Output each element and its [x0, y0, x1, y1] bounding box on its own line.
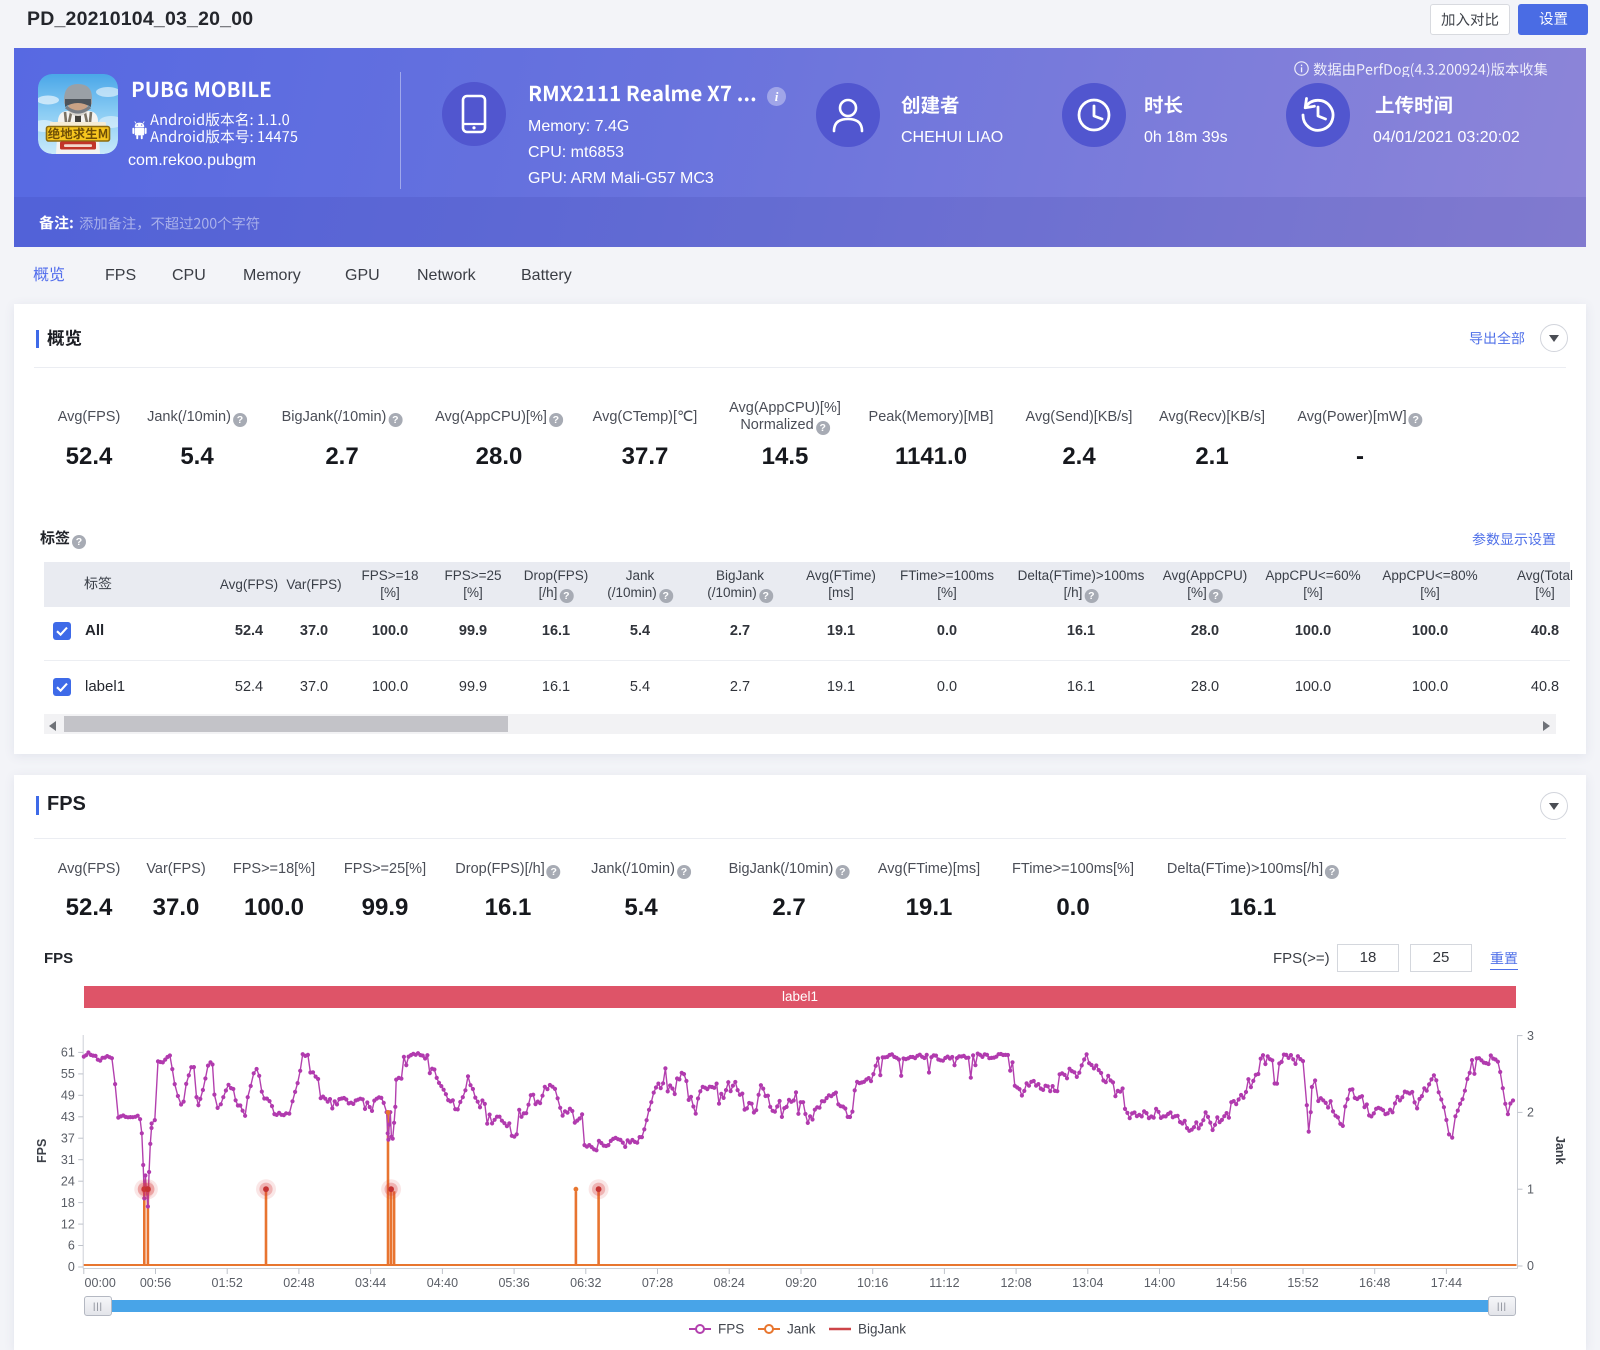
svg-text:55: 55 — [61, 1067, 75, 1081]
svg-text:BigJank: BigJank — [858, 1322, 906, 1337]
svg-text:16:48: 16:48 — [1359, 1276, 1390, 1290]
svg-text:0: 0 — [68, 1260, 75, 1274]
svg-text:01:52: 01:52 — [212, 1276, 243, 1290]
svg-text:04:40: 04:40 — [427, 1276, 458, 1290]
svg-text:05:36: 05:36 — [498, 1276, 529, 1290]
svg-text:3: 3 — [1527, 1029, 1534, 1043]
svg-text:49: 49 — [61, 1089, 75, 1103]
svg-text:61: 61 — [61, 1046, 75, 1060]
svg-text:17:44: 17:44 — [1431, 1276, 1462, 1290]
svg-text:09:20: 09:20 — [785, 1276, 816, 1290]
svg-text:43: 43 — [61, 1110, 75, 1124]
svg-text:11:12: 11:12 — [929, 1276, 959, 1290]
svg-text:24: 24 — [61, 1174, 75, 1188]
svg-text:08:24: 08:24 — [714, 1276, 745, 1290]
svg-text:00:00: 00:00 — [85, 1276, 116, 1290]
svg-text:Jank: Jank — [787, 1322, 816, 1337]
svg-text:2: 2 — [1527, 1106, 1534, 1120]
svg-text:07:28: 07:28 — [642, 1276, 673, 1290]
svg-text:18: 18 — [61, 1196, 75, 1210]
svg-text:03:44: 03:44 — [355, 1276, 386, 1290]
svg-text:00:56: 00:56 — [140, 1276, 171, 1290]
svg-text:12:08: 12:08 — [1000, 1276, 1031, 1290]
svg-text:02:48: 02:48 — [283, 1276, 314, 1290]
svg-text:13:04: 13:04 — [1072, 1276, 1103, 1290]
svg-text:31: 31 — [61, 1153, 75, 1167]
svg-text:6: 6 — [68, 1239, 75, 1253]
svg-text:14:00: 14:00 — [1144, 1276, 1175, 1290]
svg-text:06:32: 06:32 — [570, 1276, 601, 1290]
svg-text:FPS: FPS — [35, 1139, 49, 1163]
svg-text:37: 37 — [61, 1131, 75, 1145]
svg-text:10:16: 10:16 — [857, 1276, 888, 1290]
svg-text:0: 0 — [1527, 1259, 1534, 1273]
svg-text:15:52: 15:52 — [1287, 1276, 1318, 1290]
svg-text:FPS: FPS — [718, 1322, 744, 1337]
svg-text:1: 1 — [1527, 1182, 1534, 1196]
svg-text:Jank: Jank — [1553, 1136, 1567, 1165]
svg-text:12: 12 — [61, 1217, 75, 1231]
svg-text:14:56: 14:56 — [1216, 1276, 1247, 1290]
